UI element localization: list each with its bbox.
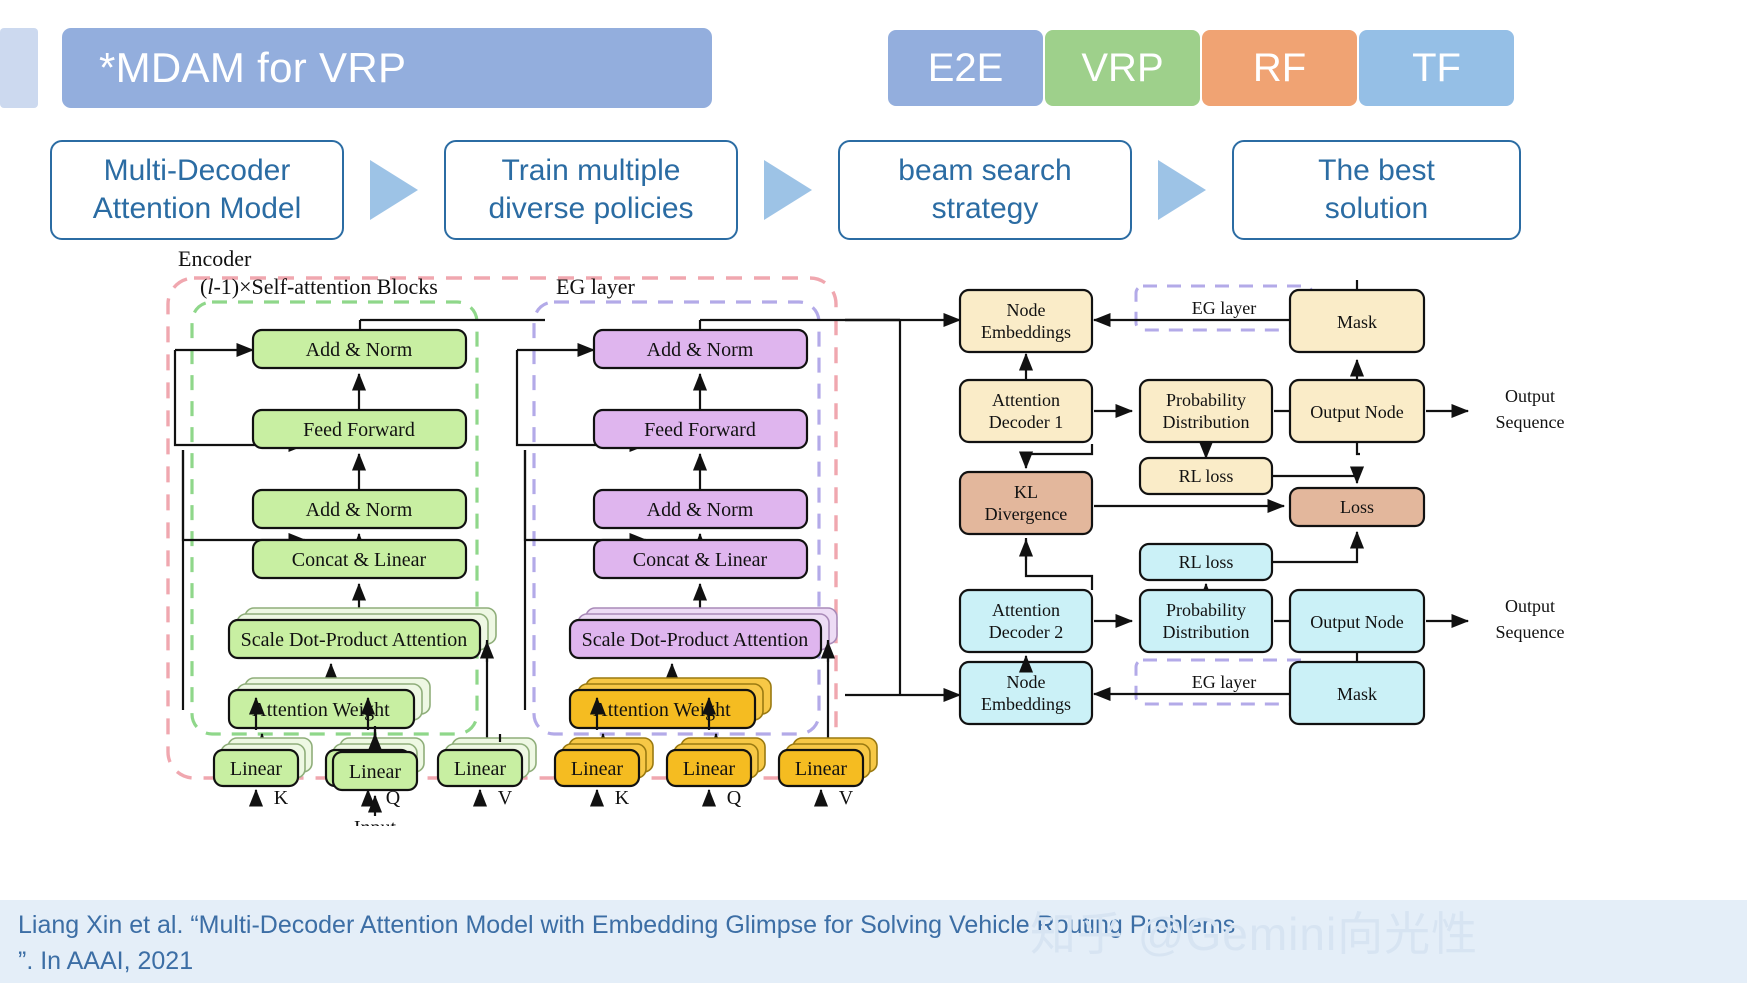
block-label: Decoder 2: [989, 622, 1063, 642]
block-label: Add & Norm: [647, 339, 754, 361]
block-label: Mask: [1337, 312, 1377, 332]
flow-step-line2: strategy: [931, 192, 1039, 225]
flow-step-line2: diverse policies: [488, 192, 694, 225]
tag-chip-e2e[interactable]: E2E: [888, 30, 1043, 106]
flow-step-line1: The best: [1318, 153, 1435, 187]
block-label: Distribution: [1162, 412, 1249, 432]
block-label: Divergence: [985, 504, 1068, 524]
tag-chip-vrp[interactable]: VRP: [1045, 30, 1200, 106]
block-label: Output Node: [1310, 612, 1404, 632]
block-label: Node: [1007, 300, 1046, 320]
block-label: Concat & Linear: [292, 549, 427, 571]
block-label: Concat & Linear: [633, 549, 768, 571]
eg-layer-tag-label: EG layer: [1192, 298, 1256, 318]
process-flow: Multi-Decoder Attention Model Train mult…: [50, 140, 1710, 240]
output-sequence-top-line2: Sequence: [1496, 412, 1565, 432]
block-label: RL loss: [1179, 552, 1234, 572]
block-label: Node: [1007, 672, 1046, 692]
page-title-bar: *MDAM for VRP: [62, 28, 712, 108]
header-accent-block: [0, 28, 38, 108]
triangle-right-icon: [370, 160, 418, 220]
block-label: Probability: [1166, 390, 1246, 410]
tag-chip-rf[interactable]: RF: [1202, 30, 1357, 106]
triangle-right-icon: [764, 160, 812, 220]
flow-step-3[interactable]: beam search strategy: [838, 140, 1132, 240]
flow-step-line1: Train multiple: [501, 153, 681, 187]
block-label: Feed Forward: [303, 419, 415, 441]
flow-step-line1: beam search: [898, 153, 1072, 187]
output-sequence-top-line1: Output: [1505, 386, 1555, 406]
block-label: Feed Forward: [644, 419, 756, 441]
encoder-region-label: Encoder: [178, 250, 252, 271]
tag-chip-label: E2E: [927, 45, 1004, 90]
block-label: Output Node: [1310, 402, 1404, 422]
block-label: Scale Dot-Product Attention: [241, 629, 468, 651]
block-label: Add & Norm: [306, 339, 413, 361]
block-label: Add & Norm: [306, 499, 413, 521]
triangle-right-icon: [1158, 160, 1206, 220]
flow-step-line2: solution: [1324, 192, 1429, 225]
input-label: Input: [354, 817, 397, 826]
output-sequence-bottom-line2: Sequence: [1496, 622, 1565, 642]
tag-chip-tf[interactable]: TF: [1359, 30, 1514, 106]
page-title: *MDAM for VRP: [99, 44, 407, 91]
block-label: Decoder 1: [989, 412, 1063, 432]
flow-step-line2: Attention Model: [92, 192, 302, 225]
flow-step-2[interactable]: Train multiple diverse policies: [444, 140, 738, 240]
block-label: Attention: [992, 600, 1060, 620]
tag-chip-label: TF: [1412, 45, 1461, 90]
eg-layer-region-label: EG layer: [556, 274, 635, 299]
block-label: Embeddings: [981, 694, 1071, 714]
block-label: Linear: [349, 761, 402, 783]
flow-step-4[interactable]: The best solution: [1232, 140, 1521, 240]
architecture-diagram: .bx{stroke:#111;stroke-width:2.2;rx:9;ry…: [0, 250, 1747, 826]
block-label: KL: [1014, 482, 1038, 502]
block-label: Loss: [1340, 497, 1374, 517]
tag-chip-label: RF: [1252, 45, 1307, 90]
block-label: Distribution: [1162, 622, 1249, 642]
output-sequence-bottom-line1: Output: [1505, 596, 1555, 616]
self-attention-region-label: (l-1)×Self-attention Blocks: [200, 274, 438, 299]
block-label: Scale Dot-Product Attention: [582, 629, 809, 651]
flow-step-1[interactable]: Multi-Decoder Attention Model: [50, 140, 344, 240]
block-label: Probability: [1166, 600, 1246, 620]
tag-chip-label: VRP: [1081, 45, 1164, 90]
tag-chip-group: E2E VRP RF TF: [888, 30, 1516, 106]
block-label: Attention: [992, 390, 1060, 410]
watermark: 知乎 @Gemini向光性: [1030, 908, 1479, 960]
eg-layer-tag-label: EG layer: [1192, 672, 1256, 692]
block-label: Add & Norm: [647, 499, 754, 521]
flow-step-line1: Multi-Decoder: [103, 153, 291, 187]
block-label: RL loss: [1179, 466, 1234, 486]
block-label: Mask: [1337, 684, 1377, 704]
block-label: Embeddings: [981, 322, 1071, 342]
